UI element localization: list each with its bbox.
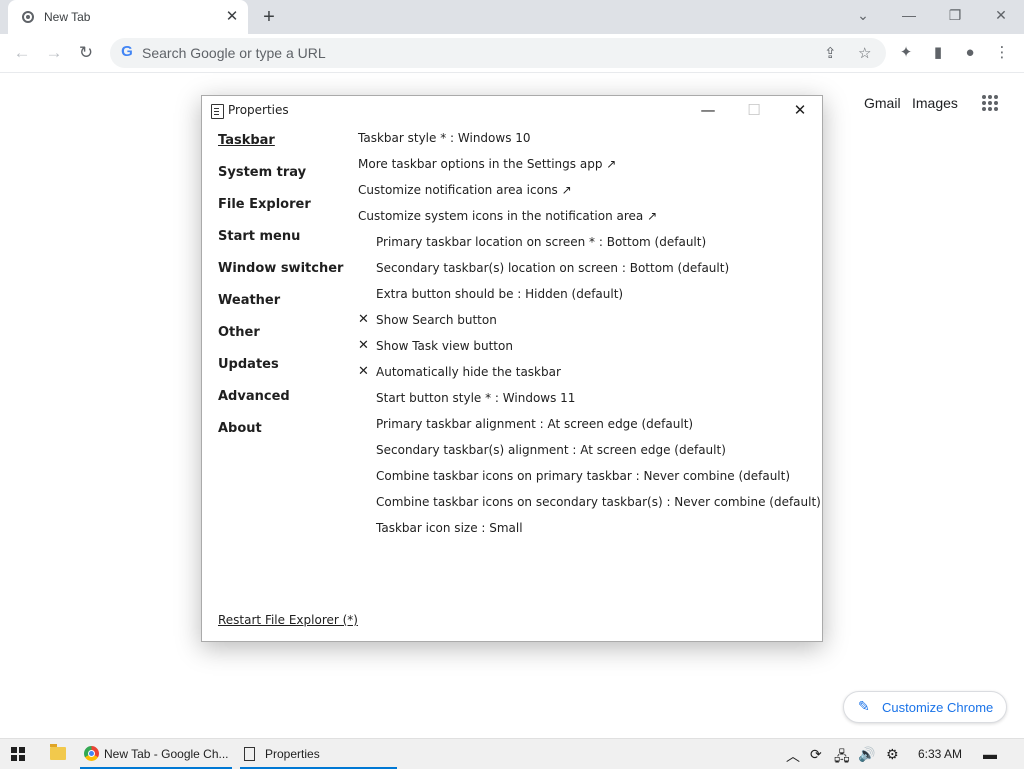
option-label: Show Search button bbox=[376, 313, 497, 327]
option-show-search[interactable]: ✕ Show Search button bbox=[358, 312, 497, 327]
nav-other[interactable]: Other bbox=[218, 325, 260, 340]
tab-search-button[interactable]: ⌄ bbox=[840, 0, 886, 30]
option-start-button-style[interactable]: Start button style * : Windows 11 bbox=[376, 391, 575, 405]
active-indicator bbox=[80, 767, 232, 769]
close-window-button[interactable]: ✕ bbox=[978, 0, 1024, 30]
windows-taskbar: New Tab - Google Ch... Properties ︿ ⟳ 🖧 … bbox=[0, 738, 1024, 769]
taskbar-item-chrome[interactable]: New Tab - Google Ch... bbox=[80, 739, 232, 769]
clock[interactable]: 6:33 AM bbox=[918, 747, 962, 761]
gmail-link[interactable]: Gmail bbox=[864, 95, 901, 111]
back-button[interactable]: ← bbox=[10, 42, 34, 64]
option-combine-primary[interactable]: Combine taskbar icons on primary taskbar… bbox=[376, 469, 790, 483]
checked-x-icon: ✕ bbox=[358, 312, 369, 327]
omnibox-placeholder: Search Google or type a URL bbox=[142, 45, 326, 61]
taskbar-item-label: New Tab - Google Ch... bbox=[104, 747, 229, 761]
dialog-title: Properties bbox=[228, 103, 289, 117]
option-combine-secondary[interactable]: Combine taskbar icons on secondary taskb… bbox=[376, 495, 821, 509]
extensions-icon[interactable]: ✦ bbox=[896, 43, 916, 63]
checked-x-icon: ✕ bbox=[358, 364, 369, 379]
nav-taskbar[interactable]: Taskbar bbox=[218, 133, 275, 148]
nav-about[interactable]: About bbox=[218, 421, 262, 436]
option-extra-button[interactable]: Extra button should be : Hidden (default… bbox=[376, 287, 623, 301]
images-link[interactable]: Images bbox=[912, 95, 958, 111]
customize-chrome-label: Customize Chrome bbox=[882, 700, 994, 715]
properties-icon bbox=[244, 747, 255, 761]
update-icon[interactable]: ⟳ bbox=[810, 746, 822, 763]
checked-x-icon: ✕ bbox=[358, 338, 369, 353]
tray-chevron-icon[interactable]: ︿ bbox=[786, 746, 800, 766]
reload-button[interactable]: ↻ bbox=[74, 42, 98, 64]
option-taskbar-style[interactable]: Taskbar style * : Windows 10 bbox=[358, 131, 531, 145]
network-icon[interactable]: 🖧 bbox=[834, 746, 850, 770]
chrome-icon bbox=[84, 746, 99, 761]
share-icon[interactable]: ⇪ bbox=[824, 44, 837, 62]
volume-icon[interactable]: 🔊 bbox=[858, 746, 875, 763]
file-explorer-icon[interactable] bbox=[50, 744, 66, 760]
dialog-minimize-button[interactable]: — bbox=[685, 96, 731, 124]
option-system-icons-link[interactable]: Customize system icons in the notificati… bbox=[358, 209, 657, 223]
chrome-icon bbox=[22, 11, 34, 23]
browser-tab[interactable]: New Tab ✕ bbox=[8, 0, 248, 34]
tab-close-icon[interactable]: ✕ bbox=[222, 7, 242, 27]
settings-gear-icon[interactable]: ⚙ bbox=[886, 746, 899, 763]
forward-button[interactable]: → bbox=[42, 42, 66, 64]
google-apps-icon[interactable] bbox=[982, 95, 998, 111]
chrome-menu-icon[interactable]: ⋮ bbox=[992, 43, 1012, 63]
properties-app-icon bbox=[211, 104, 224, 119]
option-show-task-view[interactable]: ✕ Show Task view button bbox=[358, 338, 513, 353]
option-notification-icons-link[interactable]: Customize notification area icons ↗ bbox=[358, 183, 572, 197]
option-auto-hide[interactable]: ✕ Automatically hide the taskbar bbox=[358, 364, 561, 379]
nav-weather[interactable]: Weather bbox=[218, 293, 280, 308]
nav-file-explorer[interactable]: File Explorer bbox=[218, 197, 311, 212]
minimize-button[interactable]: — bbox=[886, 0, 932, 30]
option-label: Show Task view button bbox=[376, 339, 513, 353]
properties-dialog: Properties — ☐ ✕ Taskbar System tray Fil… bbox=[201, 95, 823, 642]
nav-system-tray[interactable]: System tray bbox=[218, 165, 306, 180]
option-label: Automatically hide the taskbar bbox=[376, 365, 561, 379]
omnibox[interactable]: G Search Google or type a URL ⇪ ☆ bbox=[110, 38, 886, 68]
restore-button[interactable]: ❐ bbox=[932, 0, 978, 30]
bookmark-star-icon[interactable]: ☆ bbox=[858, 44, 871, 62]
nav-window-switcher[interactable]: Window switcher bbox=[218, 261, 343, 276]
option-settings-app-link[interactable]: More taskbar options in the Settings app… bbox=[358, 157, 616, 171]
taskbar-item-label: Properties bbox=[265, 747, 320, 761]
windows-start-icon[interactable] bbox=[11, 747, 25, 761]
customize-chrome-button[interactable]: ✎ Customize Chrome bbox=[843, 691, 1007, 723]
option-primary-location[interactable]: Primary taskbar location on screen * : B… bbox=[376, 235, 706, 249]
restart-explorer-link[interactable]: Restart File Explorer (*) bbox=[218, 613, 358, 627]
dialog-maximize-button[interactable]: ☐ bbox=[731, 96, 777, 124]
option-icon-size[interactable]: Taskbar icon size : Small bbox=[376, 521, 523, 535]
taskbar-item-properties[interactable]: Properties bbox=[240, 739, 397, 769]
side-panel-icon[interactable]: ▮ bbox=[928, 43, 948, 63]
nav-start-menu[interactable]: Start menu bbox=[218, 229, 300, 244]
browser-toolbar: ← → ↻ G Search Google or type a URL ⇪ ☆ … bbox=[0, 34, 1024, 73]
tab-title: New Tab bbox=[44, 10, 91, 24]
nav-updates[interactable]: Updates bbox=[218, 357, 279, 372]
new-tab-button[interactable]: + bbox=[258, 6, 280, 28]
dialog-close-button[interactable]: ✕ bbox=[777, 96, 823, 124]
option-primary-alignment[interactable]: Primary taskbar alignment : At screen ed… bbox=[376, 417, 693, 431]
profile-avatar[interactable]: ● bbox=[960, 43, 980, 63]
tab-strip: New Tab ✕ + ⌄ — ❐ ✕ bbox=[0, 0, 1024, 34]
option-secondary-alignment[interactable]: Secondary taskbar(s) alignment : At scre… bbox=[376, 443, 726, 457]
pencil-icon: ✎ bbox=[858, 698, 870, 714]
notifications-icon[interactable]: ▬ bbox=[983, 746, 997, 762]
option-secondary-location[interactable]: Secondary taskbar(s) location on screen … bbox=[376, 261, 729, 275]
google-icon: G bbox=[121, 43, 133, 60]
active-indicator bbox=[240, 767, 397, 769]
nav-advanced[interactable]: Advanced bbox=[218, 389, 290, 404]
